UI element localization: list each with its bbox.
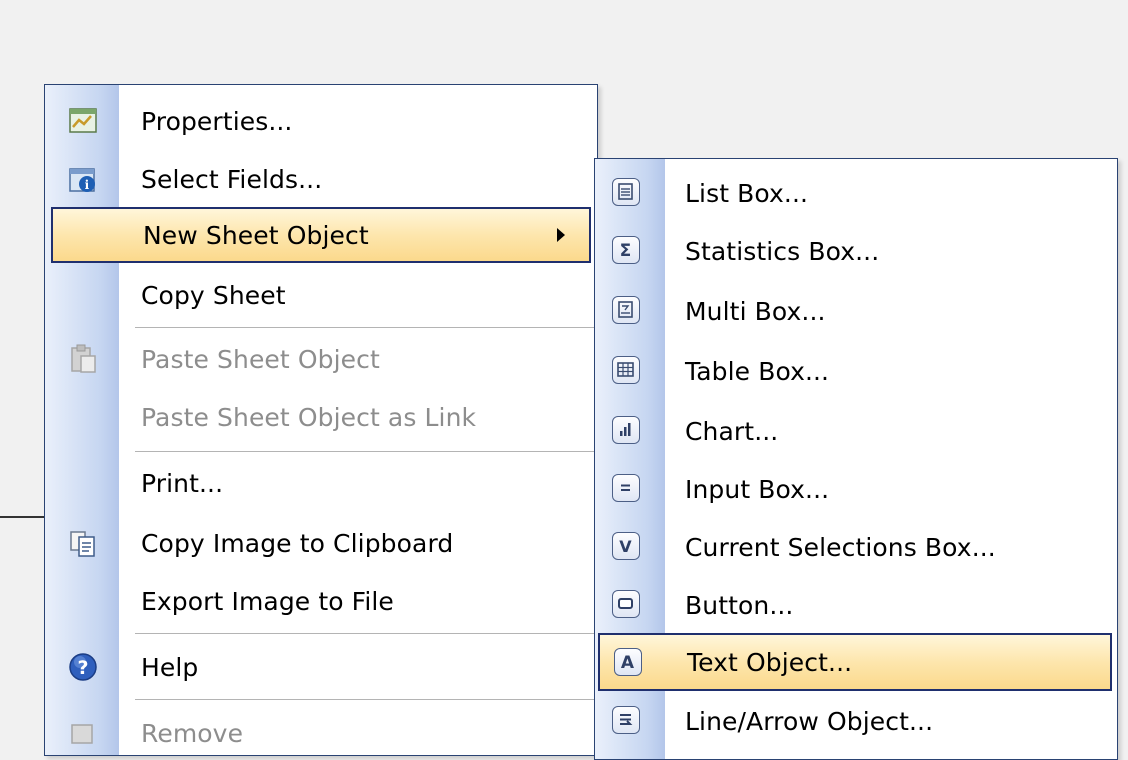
menu-item-label: Copy Sheet [141,280,286,310]
menu-separator [135,451,597,452]
svg-text:?: ? [77,657,88,679]
menu-item-label: Paste Sheet Object as Link [141,402,477,432]
submenu-item-line-arrow-object[interactable]: Line/Arrow Object... [595,693,1117,749]
submenu-item-label: Statistics Box... [685,236,880,266]
submenu-item-label: Line/Arrow Object... [685,706,934,736]
menu-item-label: Copy Image to Clipboard [141,528,454,558]
menu-item-label: New Sheet Object [143,220,369,250]
submenu-item-label: Text Object... [687,647,853,677]
menu-item-help[interactable]: ? Help [45,639,597,695]
submenu-item-label: Current Selections Box... [685,532,996,562]
submenu-item-label: Button... [685,590,794,620]
chart-icon [612,416,642,446]
current-selections-icon: V [612,532,642,562]
submenu-item-input-box[interactable]: Input Box... [595,461,1117,517]
new-sheet-object-submenu: List Box... Σ Statistics Box... Multi Bo… [594,158,1118,760]
svg-text:Σ: Σ [620,241,632,261]
menu-separator [135,327,597,328]
submenu-item-label: Input Box... [685,474,830,504]
menu-separator [135,633,597,634]
submenu-item-button[interactable]: Button... [595,577,1117,633]
select-fields-icon: i [67,163,99,195]
menu-item-label: Export Image to File [141,586,394,616]
table-box-icon [612,356,642,386]
copy-image-icon [67,527,99,559]
menu-item-properties[interactable]: Properties... [45,93,597,149]
background-line [0,516,48,518]
menu-item-export-image-to-file[interactable]: Export Image to File [45,573,597,629]
submenu-arrow-icon [557,228,565,242]
submenu-item-label: Multi Box... [685,296,826,326]
menu-item-new-sheet-object[interactable]: New Sheet Object [51,207,591,263]
input-box-icon [612,474,642,504]
submenu-item-text-object[interactable]: A Text Object... [598,633,1112,691]
menu-item-label: Print... [141,468,224,498]
statistics-box-icon: Σ [612,236,642,266]
properties-icon [67,105,99,137]
submenu-item-list-box[interactable]: List Box... [595,165,1117,221]
submenu-item-multi-box[interactable]: Multi Box... [595,283,1117,339]
menu-item-remove[interactable]: Remove [45,705,597,755]
menu-item-copy-image-to-clipboard[interactable]: Copy Image to Clipboard [45,515,597,571]
remove-icon [67,717,99,749]
svg-text:i: i [85,178,90,192]
submenu-item-label: Table Box... [685,356,830,386]
menu-item-label: Paste Sheet Object [141,344,380,374]
menu-item-label: Help [141,652,199,682]
submenu-item-current-selections-box[interactable]: V Current Selections Box... [595,519,1117,575]
multi-box-icon [612,296,642,326]
help-icon: ? [67,651,99,683]
menu-item-copy-sheet[interactable]: Copy Sheet [45,267,597,323]
submenu-item-chart[interactable]: Chart... [595,403,1117,459]
submenu-item-label: List Box... [685,178,809,208]
line-arrow-icon [612,706,642,736]
svg-text:A: A [621,653,635,673]
list-box-icon [612,178,642,208]
menu-item-label: Select Fields... [141,164,323,194]
button-icon [612,590,642,620]
menu-item-paste-sheet-object-as-link[interactable]: Paste Sheet Object as Link [45,389,597,445]
menu-item-label: Properties... [141,106,293,136]
menu-separator [135,699,597,700]
paste-icon [67,343,99,375]
menu-item-select-fields[interactable]: i Select Fields... [45,151,597,207]
submenu-item-table-box[interactable]: Table Box... [595,343,1117,399]
text-object-icon: A [614,648,644,678]
submenu-item-label: Chart... [685,416,779,446]
menu-item-print[interactable]: Print... [45,455,597,511]
context-menu: Properties... i Select Fields... New She… [44,84,598,756]
menu-item-label: Remove [141,718,244,748]
submenu-item-statistics-box[interactable]: Σ Statistics Box... [595,223,1117,279]
menu-item-paste-sheet-object[interactable]: Paste Sheet Object [45,331,597,387]
svg-text:V: V [619,537,632,556]
